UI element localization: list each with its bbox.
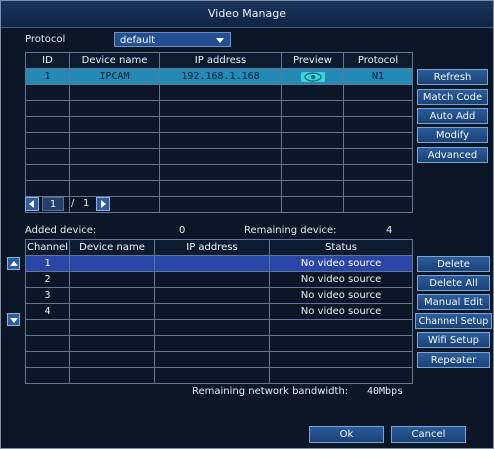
table-row[interactable]: 1 IPCAM 192.168.1.168 N1 (25, 68, 413, 85)
col-device-name: Device name (69, 52, 160, 69)
cell-status: No video source (269, 255, 413, 272)
protocol-value: default (120, 35, 156, 46)
table-row[interactable] (25, 164, 413, 181)
col-id: ID (25, 52, 70, 69)
channel-table-header: Channel Device name IP address Status (25, 239, 413, 256)
cancel-button[interactable]: Cancel (391, 426, 466, 443)
chevron-left-icon (29, 200, 34, 208)
table-row[interactable] (25, 84, 413, 101)
col-protocol: Protocol (343, 52, 413, 69)
arrow-down-icon (10, 318, 18, 323)
advanced-button[interactable]: Advanced (417, 147, 488, 163)
page-total: 1 (83, 198, 90, 209)
chevron-down-icon (216, 38, 224, 43)
cell-status: No video source (269, 303, 413, 320)
match-code-button[interactable]: Match Code (417, 89, 488, 105)
scroll-down-button[interactable] (7, 313, 20, 326)
modify-button[interactable]: Modify (417, 127, 488, 143)
delete-button[interactable]: Delete (417, 256, 490, 272)
refresh-button[interactable]: Refresh (417, 69, 488, 85)
scroll-up-button[interactable] (7, 257, 20, 270)
repeater-button[interactable]: Repeater (417, 352, 490, 368)
col-preview: Preview (281, 52, 344, 69)
device-table-header: ID Device name IP address Preview Protoc… (25, 52, 413, 69)
cell-channel: 4 (25, 303, 70, 320)
cell-protocol: N1 (343, 68, 413, 85)
channel-setup-button[interactable]: Channel Setup (415, 313, 492, 329)
cell-channel: 3 (25, 287, 70, 304)
cell-id: 1 (25, 68, 70, 85)
protocol-label: Protocol (25, 34, 66, 45)
table-row[interactable] (25, 100, 413, 117)
table-row[interactable] (25, 132, 413, 149)
cell-preview[interactable] (281, 68, 344, 85)
wifi-setup-button[interactable]: Wifi Setup (417, 332, 490, 348)
table-row[interactable] (25, 180, 413, 197)
table-row[interactable] (25, 367, 413, 384)
protocol-select[interactable]: default (114, 32, 231, 47)
manual-edit-button[interactable]: Manual Edit (417, 294, 490, 310)
table-row[interactable]: 3 No video source (25, 287, 413, 304)
table-row[interactable] (25, 116, 413, 133)
window-title: Video Manage (1, 1, 493, 28)
video-manage-window: Video Manage Protocol default ID Device … (0, 0, 494, 449)
bandwidth-label: Remaining network bandwidth: (192, 386, 349, 397)
chevron-right-icon (101, 200, 106, 208)
col-ip-address: IP address (159, 52, 282, 69)
cell-status: No video source (269, 271, 413, 288)
cell-channel: 2 (25, 271, 70, 288)
table-row[interactable] (25, 335, 413, 352)
added-device-count: 0 (179, 225, 186, 236)
table-row[interactable]: 1 No video source (25, 255, 413, 272)
ok-button[interactable]: Ok (309, 426, 384, 443)
col-device-name: Device name (69, 239, 155, 256)
eye-icon[interactable] (300, 71, 326, 83)
prev-page-button[interactable] (25, 197, 39, 211)
page-current[interactable]: 1 (42, 197, 64, 211)
cell-channel: 1 (25, 255, 70, 272)
col-channel: Channel (25, 239, 70, 256)
bandwidth-value: 40Mbps (367, 386, 404, 397)
page-separator: / (71, 198, 75, 209)
table-row[interactable] (25, 319, 413, 336)
table-row[interactable]: 2 No video source (25, 271, 413, 288)
col-status: Status (269, 239, 413, 256)
table-row[interactable] (25, 351, 413, 368)
table-row[interactable]: 4 No video source (25, 303, 413, 320)
delete-all-button[interactable]: Delete All (417, 275, 490, 291)
next-page-button[interactable] (96, 197, 110, 211)
added-device-label: Added device: (25, 225, 97, 236)
cell-device-name: IPCAM (69, 68, 160, 85)
channel-table: Channel Device name IP address Status 1 … (25, 239, 413, 384)
table-row[interactable] (25, 148, 413, 165)
remaining-device-count: 4 (386, 225, 393, 236)
auto-add-button[interactable]: Auto Add (417, 108, 488, 124)
remaining-device-label: Remaining device: (244, 225, 337, 236)
cell-status: No video source (269, 287, 413, 304)
arrow-up-icon (10, 261, 18, 266)
device-table: ID Device name IP address Preview Protoc… (25, 52, 413, 213)
col-ip-address: IP address (154, 239, 270, 256)
cell-ip-address: 192.168.1.168 (159, 68, 282, 85)
